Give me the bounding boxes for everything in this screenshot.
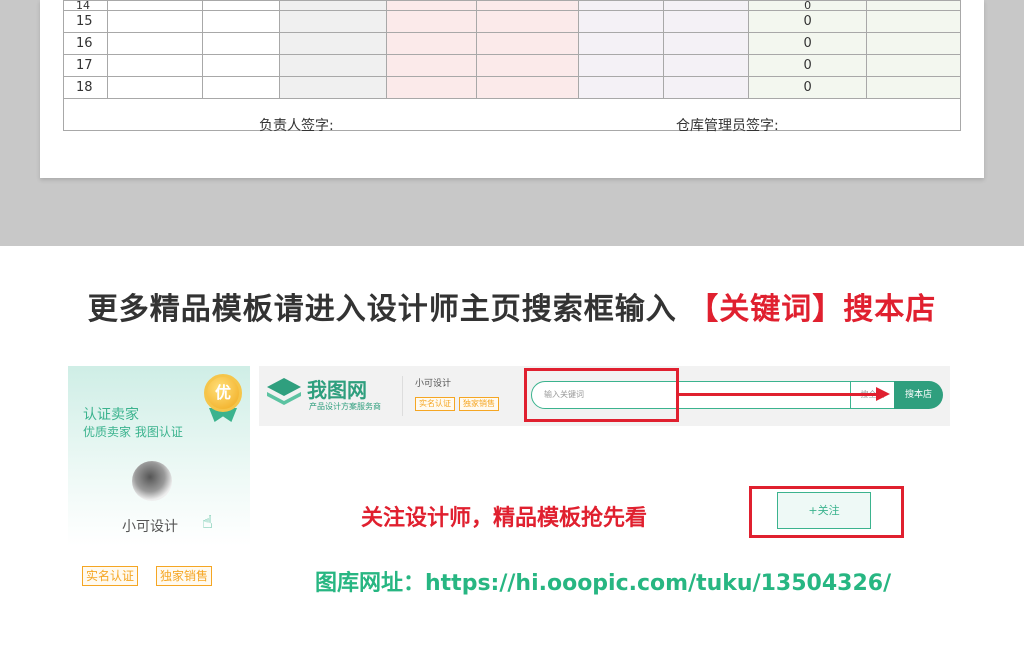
table-row: 18 0 — [63, 76, 961, 99]
table-cell — [578, 10, 665, 33]
table-cell — [866, 32, 961, 55]
inventory-table: 14 0 15 0 16 0 17 0 18 0 负责人签字: 仓库管理员签字: — [63, 0, 961, 134]
table-cell — [201, 0, 280, 11]
table-cell — [578, 76, 665, 99]
table-cell — [106, 76, 203, 99]
table-cell — [106, 10, 203, 33]
site-logo-tagline: 产品设计方案服务商 — [309, 402, 381, 411]
table-cell — [475, 76, 580, 99]
verified-tag: 实名认证 — [82, 566, 139, 586]
exclusive-tag: 独家销售 — [156, 566, 213, 586]
table-cell — [663, 76, 750, 99]
warehouse-signature-label: 仓库管理员签字: — [676, 117, 779, 134]
table-cell — [578, 32, 665, 55]
table-cell — [278, 10, 387, 33]
table-cell — [475, 10, 580, 33]
table-cell — [866, 0, 961, 11]
table-row: 14 0 — [63, 0, 961, 11]
follow-prompt: 关注设计师，精品模板抢先看 — [361, 506, 648, 531]
seller-card: 认证卖家 优质卖家 我图认证 优 小可设计 ☝ — [68, 366, 250, 546]
arrow-right-icon — [876, 387, 890, 401]
headline-highlight: 【关键词】搜本店 — [688, 292, 937, 327]
follow-button[interactable]: +关注 — [777, 492, 871, 529]
search-highlight-box — [524, 368, 679, 422]
row-number-cell: 17 — [63, 54, 108, 77]
promo-headline: 更多精品模板请进入设计师主页搜索框输入 【关键词】搜本店 — [0, 284, 1024, 328]
avatar[interactable] — [132, 461, 172, 501]
signature-row: 负责人签字: 仓库管理员签字: — [63, 98, 961, 134]
table-cell — [106, 32, 203, 55]
table-cell — [385, 0, 477, 11]
manager-signature-label: 负责人签字: — [259, 117, 334, 134]
table-cell — [201, 10, 280, 33]
table-cell — [278, 0, 387, 11]
table-cell — [866, 76, 961, 99]
shop-name[interactable]: 小可设计 — [415, 376, 451, 389]
table-cell — [475, 54, 580, 77]
exclusive-tag-small: 独家销售 — [459, 397, 499, 411]
pointer-arrow-line — [679, 393, 879, 396]
table-cell — [106, 54, 203, 77]
pointer-hand-icon: ☝ — [202, 512, 213, 533]
row-number-cell: 15 — [63, 10, 108, 33]
table-cell — [385, 10, 477, 33]
table-cell — [201, 76, 280, 99]
quantity-cell: 0 — [748, 76, 868, 99]
table-cell — [385, 54, 477, 77]
table-cell — [278, 54, 387, 77]
site-logo[interactable]: 我图网 — [307, 374, 367, 403]
table-row: 15 0 — [63, 10, 961, 33]
table-cell — [866, 54, 961, 77]
verified-tag-small: 实名认证 — [415, 397, 455, 411]
table-cell — [201, 32, 280, 55]
table-row: 16 0 — [63, 32, 961, 55]
spreadsheet-page: 14 0 15 0 16 0 17 0 18 0 负责人签字: 仓库管理员签字: — [40, 0, 984, 178]
table-cell — [578, 0, 665, 11]
quantity-cell: 0 — [748, 54, 868, 77]
table-cell — [385, 32, 477, 55]
spreadsheet-preview-band: 14 0 15 0 16 0 17 0 18 0 负责人签字: 仓库管理员签字: — [0, 0, 1024, 246]
table-cell — [663, 54, 750, 77]
table-cell — [385, 76, 477, 99]
seller-name[interactable]: 小可设计 — [122, 516, 178, 536]
medal-icon: 优 — [204, 374, 242, 412]
table-cell — [866, 10, 961, 33]
table-cell — [663, 10, 750, 33]
table-cell — [475, 32, 580, 55]
headline-main: 更多精品模板请进入设计师主页搜索框输入 — [87, 292, 677, 327]
row-number-cell: 16 — [63, 32, 108, 55]
table-cell — [106, 0, 203, 11]
table-cell — [475, 0, 580, 11]
table-cell — [201, 54, 280, 77]
search-shop-button[interactable]: 搜本店 — [894, 381, 943, 409]
header-divider — [402, 376, 403, 416]
seller-subtitle: 优质卖家 我图认证 — [83, 425, 183, 439]
quantity-cell: 0 — [748, 10, 868, 33]
row-number-cell: 14 — [63, 0, 108, 11]
table-cell — [663, 32, 750, 55]
table-row: 17 0 — [63, 54, 961, 77]
logo-icon — [267, 378, 301, 405]
seller-title: 认证卖家 — [83, 407, 139, 423]
table-cell — [278, 32, 387, 55]
gallery-url[interactable]: 图库网址：https://hi.ooopic.com/tuku/13504326… — [315, 565, 891, 597]
quantity-cell: 0 — [748, 0, 868, 11]
quantity-cell: 0 — [748, 32, 868, 55]
table-cell — [278, 76, 387, 99]
table-cell — [663, 0, 750, 11]
row-number-cell: 18 — [63, 76, 108, 99]
table-cell — [578, 54, 665, 77]
